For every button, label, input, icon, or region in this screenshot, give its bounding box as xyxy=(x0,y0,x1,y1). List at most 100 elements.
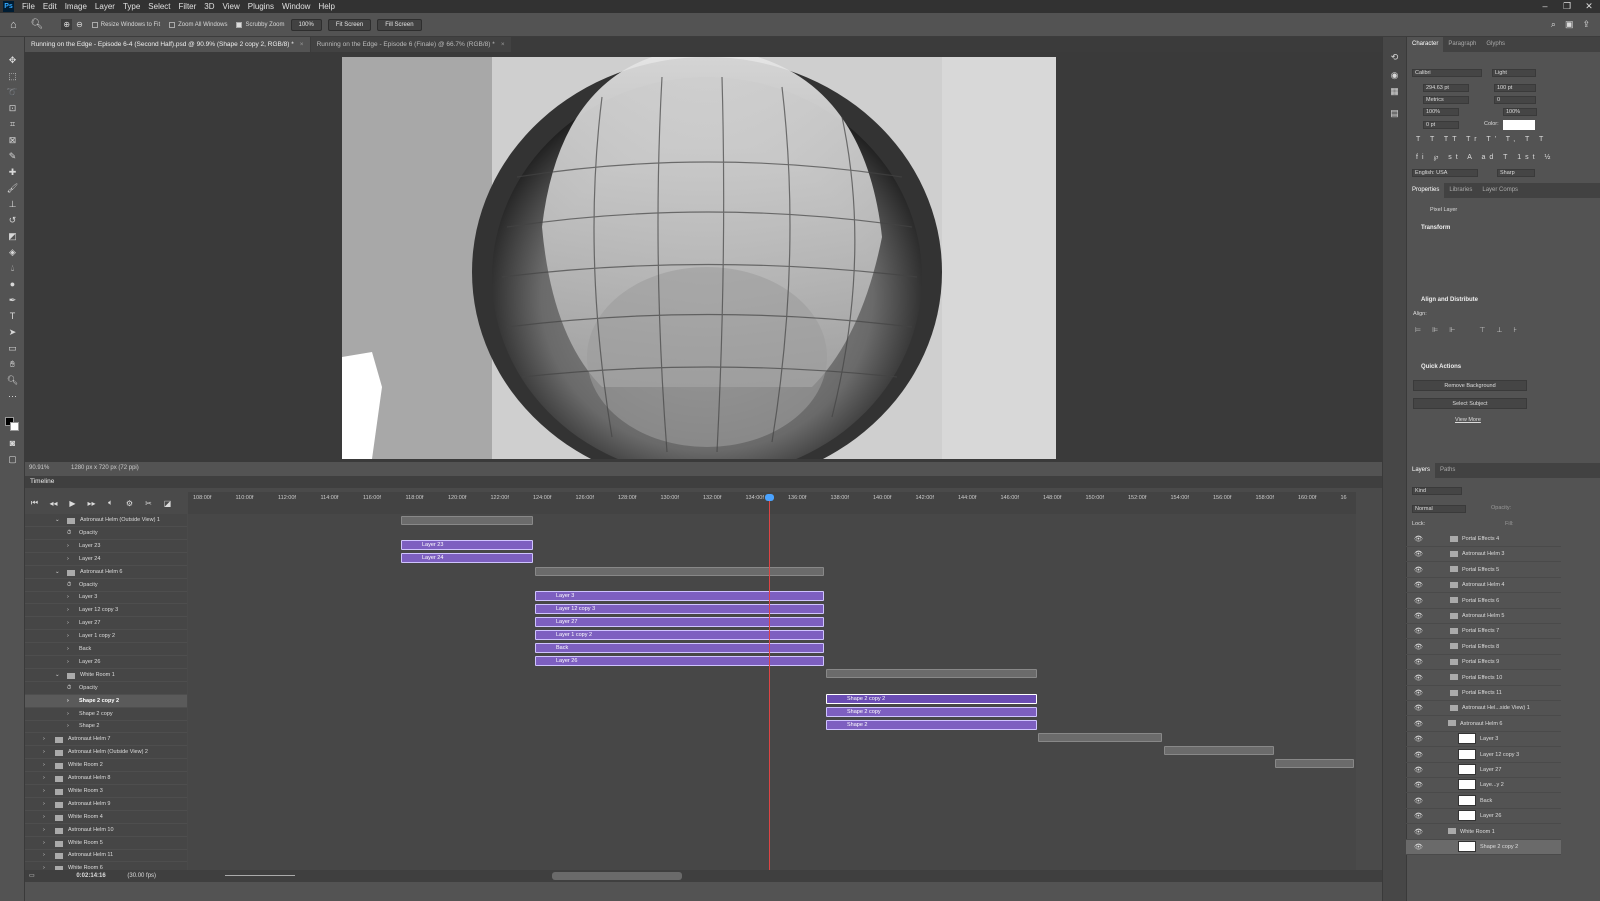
font-size-field[interactable]: 294.63 pt xyxy=(1423,84,1469,92)
paint-bucket-icon[interactable]: ◈ xyxy=(6,246,19,259)
group-clip-outside-view-2[interactable] xyxy=(1164,746,1274,755)
clone-stamp-icon[interactable]: ⊥ xyxy=(6,198,19,211)
quick-actions-title[interactable]: Quick Actions xyxy=(1421,364,1461,370)
visibility-eye-icon[interactable]: 👁︎ xyxy=(1414,624,1423,639)
group-clip-astronaut-helm-6[interactable] xyxy=(535,567,824,576)
menu-select[interactable]: Select xyxy=(144,0,174,13)
zoom-out-icon[interactable]: ⊖ xyxy=(76,20,83,29)
tab-paragraph[interactable]: Paragraph xyxy=(1443,37,1481,52)
lasso-tool-icon[interactable]: ➰ xyxy=(6,86,19,99)
expand-icon[interactable]: ⌄ xyxy=(55,514,60,527)
blur-tool-icon[interactable]: 💧︎ xyxy=(6,262,19,275)
settings-icon[interactable]: ⚙ xyxy=(120,499,139,508)
zoom-tool-icon[interactable]: 🔍︎ xyxy=(31,19,44,30)
expand-icon[interactable]: › xyxy=(67,630,69,643)
group-clip-white-room-1[interactable] xyxy=(826,669,1037,678)
clip-layer-24[interactable]: Layer 24 xyxy=(401,553,533,563)
visibility-eye-icon[interactable]: 👁︎ xyxy=(1414,671,1423,686)
visibility-eye-icon[interactable]: 👁︎ xyxy=(1414,778,1423,793)
history-brush-icon[interactable]: ↺ xyxy=(6,214,19,227)
hand-tool-icon[interactable]: ✋︎ xyxy=(6,358,19,371)
type-tool-icon[interactable]: T xyxy=(6,310,19,323)
layer-row[interactable]: 👁︎ Portal Effects 5 xyxy=(1406,563,1561,578)
clip-shape-2-copy[interactable]: Shape 2 copy xyxy=(826,707,1037,717)
crop-tool-icon[interactable]: ⌗ xyxy=(6,118,19,131)
timeline-layer-row[interactable]: › Astronaut Helm 9 xyxy=(25,798,187,811)
visibility-eye-icon[interactable]: 👁︎ xyxy=(1414,594,1423,609)
menu-file[interactable]: File xyxy=(18,0,39,13)
audio-icon[interactable]: 🔈︎ xyxy=(101,498,120,508)
timeline-layer-row[interactable]: › Shape 2 xyxy=(25,720,187,734)
playhead-handle[interactable] xyxy=(765,494,774,501)
screen-mode-icon[interactable]: ▢ xyxy=(6,453,19,466)
resize-windows-checkbox[interactable]: Resize Windows to Fit xyxy=(91,21,160,28)
expand-icon[interactable]: › xyxy=(43,785,45,798)
tab-document-1[interactable]: Running on the Edge - Episode 6-4 (Secon… xyxy=(25,37,310,52)
adjustments-icon[interactable]: ▤ xyxy=(1388,107,1401,120)
close-tab-icon[interactable]: × xyxy=(501,41,505,48)
timeline-layer-row[interactable]: ⌄ Astronaut Helm (Outside View) 1 xyxy=(25,514,187,527)
visibility-eye-icon[interactable]: 👁︎ xyxy=(1414,717,1423,732)
visibility-eye-icon[interactable]: 👁︎ xyxy=(1414,578,1423,593)
zoom-tool-side-icon[interactable]: 🔍︎ xyxy=(6,374,19,387)
vertical-scale-field[interactable]: 100% xyxy=(1423,108,1459,116)
tab-layer-comps[interactable]: Layer Comps xyxy=(1477,183,1523,198)
move-tool-icon[interactable]: ✥ xyxy=(6,54,19,67)
workspace-icon[interactable]: ▣ xyxy=(1565,19,1574,30)
timeline-layer-row[interactable]: › Shape 2 copy xyxy=(25,708,187,721)
zoom-all-windows-checkbox[interactable]: Zoom All Windows xyxy=(169,21,227,28)
history-icon[interactable]: ⟲ xyxy=(1388,51,1401,64)
align-section-title[interactable]: Align and Distribute xyxy=(1421,297,1478,303)
next-frame-icon[interactable]: ▸▸ xyxy=(82,499,101,508)
horizontal-scale-field[interactable]: 100% xyxy=(1503,108,1537,116)
tab-properties[interactable]: Properties xyxy=(1407,183,1445,198)
layer-filter-select[interactable]: Kind xyxy=(1412,487,1462,495)
expand-icon[interactable]: ⌄ xyxy=(55,566,60,579)
expand-icon[interactable]: › xyxy=(43,772,45,785)
expand-icon[interactable]: › xyxy=(67,617,69,630)
visibility-eye-icon[interactable]: 👁︎ xyxy=(1414,547,1423,562)
tab-glyphs[interactable]: Glyphs xyxy=(1481,37,1510,52)
expand-icon[interactable]: › xyxy=(43,824,45,837)
quick-mask-icon[interactable]: ◙ xyxy=(6,437,19,450)
brush-tool-icon[interactable]: 🖌︎ xyxy=(6,182,19,195)
zoom-in-icon[interactable]: ⊕ xyxy=(61,19,73,30)
expand-icon[interactable]: › xyxy=(43,746,45,759)
expand-icon[interactable]: › xyxy=(67,708,69,721)
layer-row[interactable]: 👁︎ Portal Effects 10 xyxy=(1406,671,1561,686)
transition-icon[interactable]: ◪ xyxy=(158,499,177,508)
background-color-swatch[interactable] xyxy=(10,422,19,431)
layer-row[interactable]: 👁︎ Layer 27 xyxy=(1406,763,1561,778)
visibility-eye-icon[interactable]: 👁︎ xyxy=(1414,840,1423,855)
clip-layer-23[interactable]: Layer 23 xyxy=(401,540,533,550)
clip-layer-12-copy-3[interactable]: Layer 12 copy 3 xyxy=(535,604,824,614)
expand-icon[interactable]: › xyxy=(43,837,45,850)
timeline-layer-row[interactable]: › Layer 26 xyxy=(25,656,187,669)
view-more-link[interactable]: View More xyxy=(1455,417,1481,423)
render-icon[interactable]: ▭ xyxy=(29,873,35,879)
layer-row[interactable]: 👁︎ Portal Effects 8 xyxy=(1406,640,1561,655)
timeline-layer-row[interactable]: › Astronaut Helm (Outside View) 2 xyxy=(25,746,187,760)
timeline-layer-row[interactable]: › White Room 5 xyxy=(25,837,187,850)
timeline-layer-row[interactable]: ⏱ Opacity xyxy=(25,682,187,695)
group-clip-astronaut-helm-7[interactable] xyxy=(1038,733,1162,742)
layer-row[interactable]: 👁︎ Back xyxy=(1406,794,1561,809)
marquee-tool-icon[interactable]: ⬚ xyxy=(6,70,19,83)
visibility-eye-icon[interactable]: 👁︎ xyxy=(1414,763,1423,778)
group-clip-white-room-2[interactable] xyxy=(1275,759,1354,768)
canvas-image[interactable] xyxy=(342,57,1056,459)
transform-section-title[interactable]: Transform xyxy=(1421,225,1450,231)
language-select[interactable]: English: USA xyxy=(1412,169,1478,177)
tab-libraries[interactable]: Libraries xyxy=(1444,183,1477,198)
layer-row[interactable]: 👁︎ Portal Effects 9 xyxy=(1406,655,1561,671)
menu-plugins[interactable]: Plugins xyxy=(244,0,278,13)
menu-filter[interactable]: Filter xyxy=(175,0,201,13)
eraser-icon[interactable]: ◩ xyxy=(6,230,19,243)
split-icon[interactable]: ✂ xyxy=(139,499,158,508)
expand-icon[interactable]: › xyxy=(43,759,45,772)
layer-row[interactable]: 👁︎ Layer 12 copy 3 xyxy=(1406,748,1561,763)
expand-icon[interactable]: › xyxy=(67,643,69,656)
font-family-select[interactable]: Calibri xyxy=(1412,69,1482,77)
tab-layers[interactable]: Layers xyxy=(1407,463,1436,478)
search-icon[interactable]: ⌕ xyxy=(1551,19,1556,30)
